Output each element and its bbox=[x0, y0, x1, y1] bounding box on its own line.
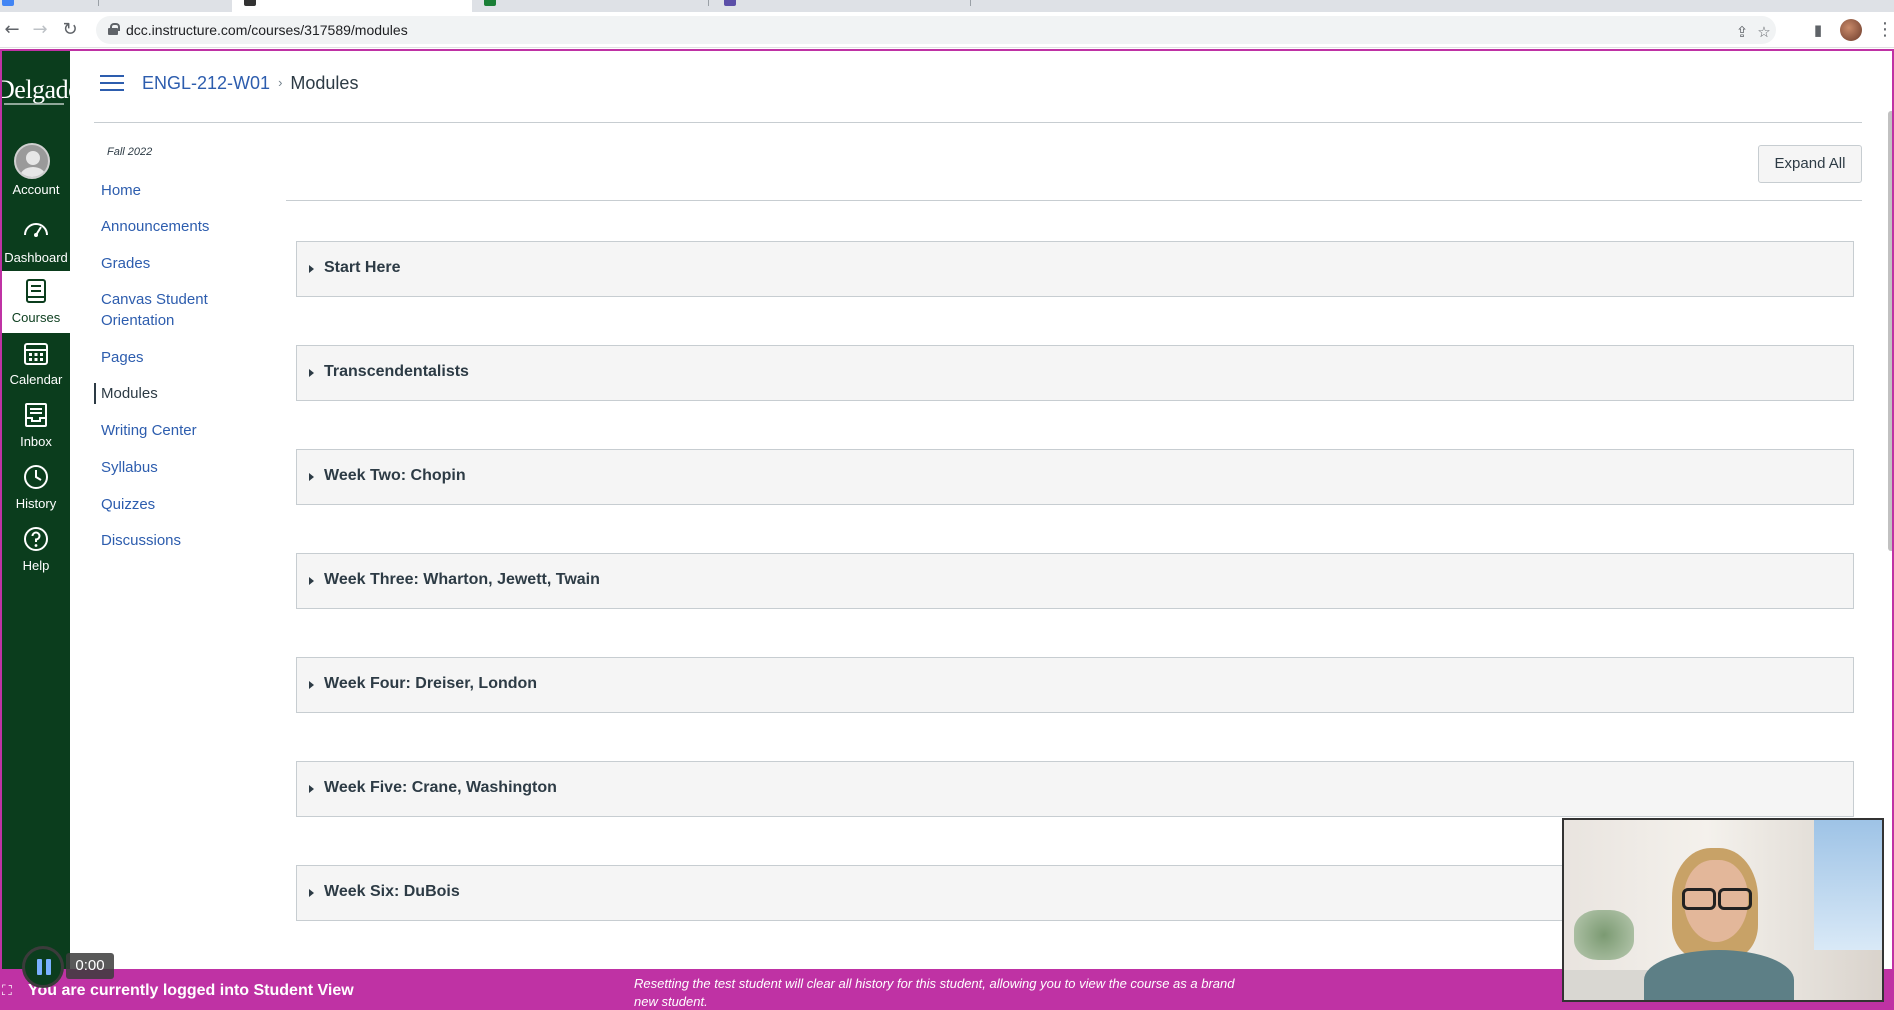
book-icon bbox=[26, 279, 46, 303]
module-header[interactable]: Week Two: Chopin bbox=[296, 449, 1854, 505]
tab-favicon[interactable] bbox=[724, 0, 736, 6]
expand-all-button[interactable]: Expand All bbox=[1758, 145, 1862, 183]
caret-right-icon[interactable] bbox=[309, 369, 314, 377]
module-title[interactable]: Transcendentalists bbox=[324, 363, 469, 381]
tab-separator bbox=[708, 0, 709, 6]
global-nav-account[interactable]: Account bbox=[2, 139, 70, 205]
logo-underline bbox=[4, 103, 64, 105]
module-title[interactable]: Week Four: Dreiser, London bbox=[324, 675, 537, 693]
global-nav-history[interactable]: History bbox=[2, 457, 70, 519]
tab-separator bbox=[98, 0, 99, 6]
browser-tab-active[interactable] bbox=[232, 0, 472, 12]
course-nav-announcements[interactable]: Announcements bbox=[94, 216, 274, 237]
hamburger-menu-icon[interactable] bbox=[100, 73, 124, 93]
global-nav-dashboard[interactable]: Dashboard bbox=[2, 211, 70, 273]
module-header[interactable]: Week Four: Dreiser, London bbox=[296, 657, 1854, 713]
webcam-person-glasses bbox=[1682, 888, 1752, 910]
caret-right-icon[interactable] bbox=[309, 889, 314, 897]
course-nav-syllabus[interactable]: Syllabus bbox=[94, 457, 274, 478]
global-nav-inbox[interactable]: Inbox bbox=[2, 395, 70, 457]
caret-right-icon[interactable] bbox=[309, 577, 314, 585]
calendar-icon bbox=[24, 343, 48, 365]
account-avatar bbox=[14, 143, 50, 179]
browser-menu-icon[interactable]: ⋮ bbox=[1876, 18, 1894, 42]
webcam-overlay[interactable] bbox=[1562, 818, 1884, 1002]
back-icon[interactable]: ← bbox=[0, 18, 24, 42]
module-title[interactable]: Week Three: Wharton, Jewett, Twain bbox=[324, 571, 600, 589]
content-divider bbox=[286, 200, 1862, 201]
student-view-message: You are currently logged into Student Vi… bbox=[28, 982, 354, 999]
global-nav-label: Calendar bbox=[9, 372, 63, 387]
browser-tab-strip bbox=[0, 0, 1894, 12]
course-nav-modules[interactable]: Modules bbox=[94, 383, 274, 404]
page-scrollbar[interactable] bbox=[1888, 111, 1892, 551]
breadcrumb: ENGL-212-W01 › Modules bbox=[142, 73, 358, 94]
module-header[interactable]: Transcendentalists bbox=[296, 345, 1854, 401]
global-nav-label: Help bbox=[22, 558, 50, 573]
global-nav-label: History bbox=[15, 496, 57, 511]
tab-favicon[interactable] bbox=[484, 0, 496, 6]
tab-favicon bbox=[244, 0, 256, 6]
help-icon bbox=[24, 527, 48, 551]
module-header[interactable]: Week Three: Wharton, Jewett, Twain bbox=[296, 553, 1854, 609]
tab-favicon bbox=[2, 0, 14, 6]
address-bar[interactable]: dcc.instructure.com/courses/317589/modul… bbox=[96, 16, 1776, 44]
reload-icon[interactable]: ↻ bbox=[58, 18, 82, 42]
webcam-window bbox=[1814, 820, 1882, 950]
global-nav-help[interactable]: Help bbox=[2, 519, 70, 581]
course-nav-home[interactable]: Home bbox=[94, 180, 274, 201]
caret-right-icon[interactable] bbox=[309, 473, 314, 481]
global-nav-courses[interactable]: Courses bbox=[2, 271, 70, 333]
breadcrumb-current-page: Modules bbox=[290, 73, 359, 93]
course-nav-pages[interactable]: Pages bbox=[94, 347, 274, 368]
caret-right-icon[interactable] bbox=[309, 681, 314, 689]
caret-right-icon[interactable] bbox=[309, 785, 314, 793]
inbox-icon bbox=[25, 403, 47, 427]
webcam-person-shirt bbox=[1644, 950, 1794, 1000]
speedometer-icon bbox=[24, 223, 48, 237]
course-header: ENGL-212-W01 › Modules bbox=[94, 51, 1862, 123]
institution-logo[interactable]: Delgado bbox=[2, 75, 70, 107]
module-title[interactable]: Start Here bbox=[324, 259, 400, 277]
course-nav-grades[interactable]: Grades bbox=[94, 253, 274, 274]
global-nav-calendar[interactable]: Calendar bbox=[2, 333, 70, 395]
bookmark-star-icon[interactable]: ☆ bbox=[1754, 22, 1774, 42]
course-nav-writing-center[interactable]: Writing Center bbox=[94, 420, 274, 441]
module-title[interactable]: Week Two: Chopin bbox=[324, 467, 466, 485]
lock-icon[interactable] bbox=[108, 23, 120, 35]
side-panel-icon[interactable]: ▮ bbox=[1808, 20, 1828, 40]
global-nav-label: Courses bbox=[11, 310, 61, 325]
recorder-timer: 0:00 bbox=[66, 953, 114, 979]
tab-separator bbox=[970, 0, 971, 6]
logo-text: Delgado bbox=[2, 75, 70, 104]
caret-right-icon[interactable] bbox=[309, 265, 314, 273]
recorder-pause-button[interactable] bbox=[22, 946, 64, 988]
webcam-desk bbox=[1564, 970, 1654, 1000]
term-label: Fall 2022 bbox=[107, 146, 153, 158]
address-url[interactable]: dcc.instructure.com/courses/317589/modul… bbox=[126, 22, 408, 38]
global-navigation: Delgado Account Dashboard Courses bbox=[2, 51, 70, 1010]
student-view-reset-note: Resetting the test student will clear al… bbox=[634, 976, 1235, 1009]
share-icon[interactable]: ⇪ bbox=[1732, 22, 1752, 42]
global-nav-label: Account bbox=[12, 182, 60, 197]
webcam-plant bbox=[1574, 910, 1634, 960]
student-view-icon: ⛶ bbox=[2, 982, 12, 998]
module-header[interactable]: Start Here bbox=[296, 241, 1854, 297]
browser-toolbar: ← → ↻ dcc.instructure.com/courses/317589… bbox=[0, 12, 1894, 48]
course-nav-discussions[interactable]: Discussions bbox=[94, 530, 274, 551]
clock-icon bbox=[24, 465, 48, 489]
forward-icon[interactable]: → bbox=[28, 18, 52, 42]
course-nav-quizzes[interactable]: Quizzes bbox=[94, 494, 274, 515]
breadcrumb-course-link[interactable]: ENGL-212-W01 bbox=[142, 73, 270, 93]
module-title[interactable]: Week Five: Crane, Washington bbox=[324, 779, 557, 797]
global-nav-label: Inbox bbox=[20, 434, 52, 449]
breadcrumb-separator: › bbox=[278, 75, 283, 90]
module-header[interactable]: Week Five: Crane, Washington bbox=[296, 761, 1854, 817]
profile-avatar[interactable] bbox=[1840, 19, 1862, 41]
course-nav-canvas-student-orientation[interactable]: Canvas Student Orientation bbox=[94, 289, 234, 331]
module-title[interactable]: Week Six: DuBois bbox=[324, 883, 460, 901]
global-nav-label: Dashboard bbox=[4, 250, 68, 265]
